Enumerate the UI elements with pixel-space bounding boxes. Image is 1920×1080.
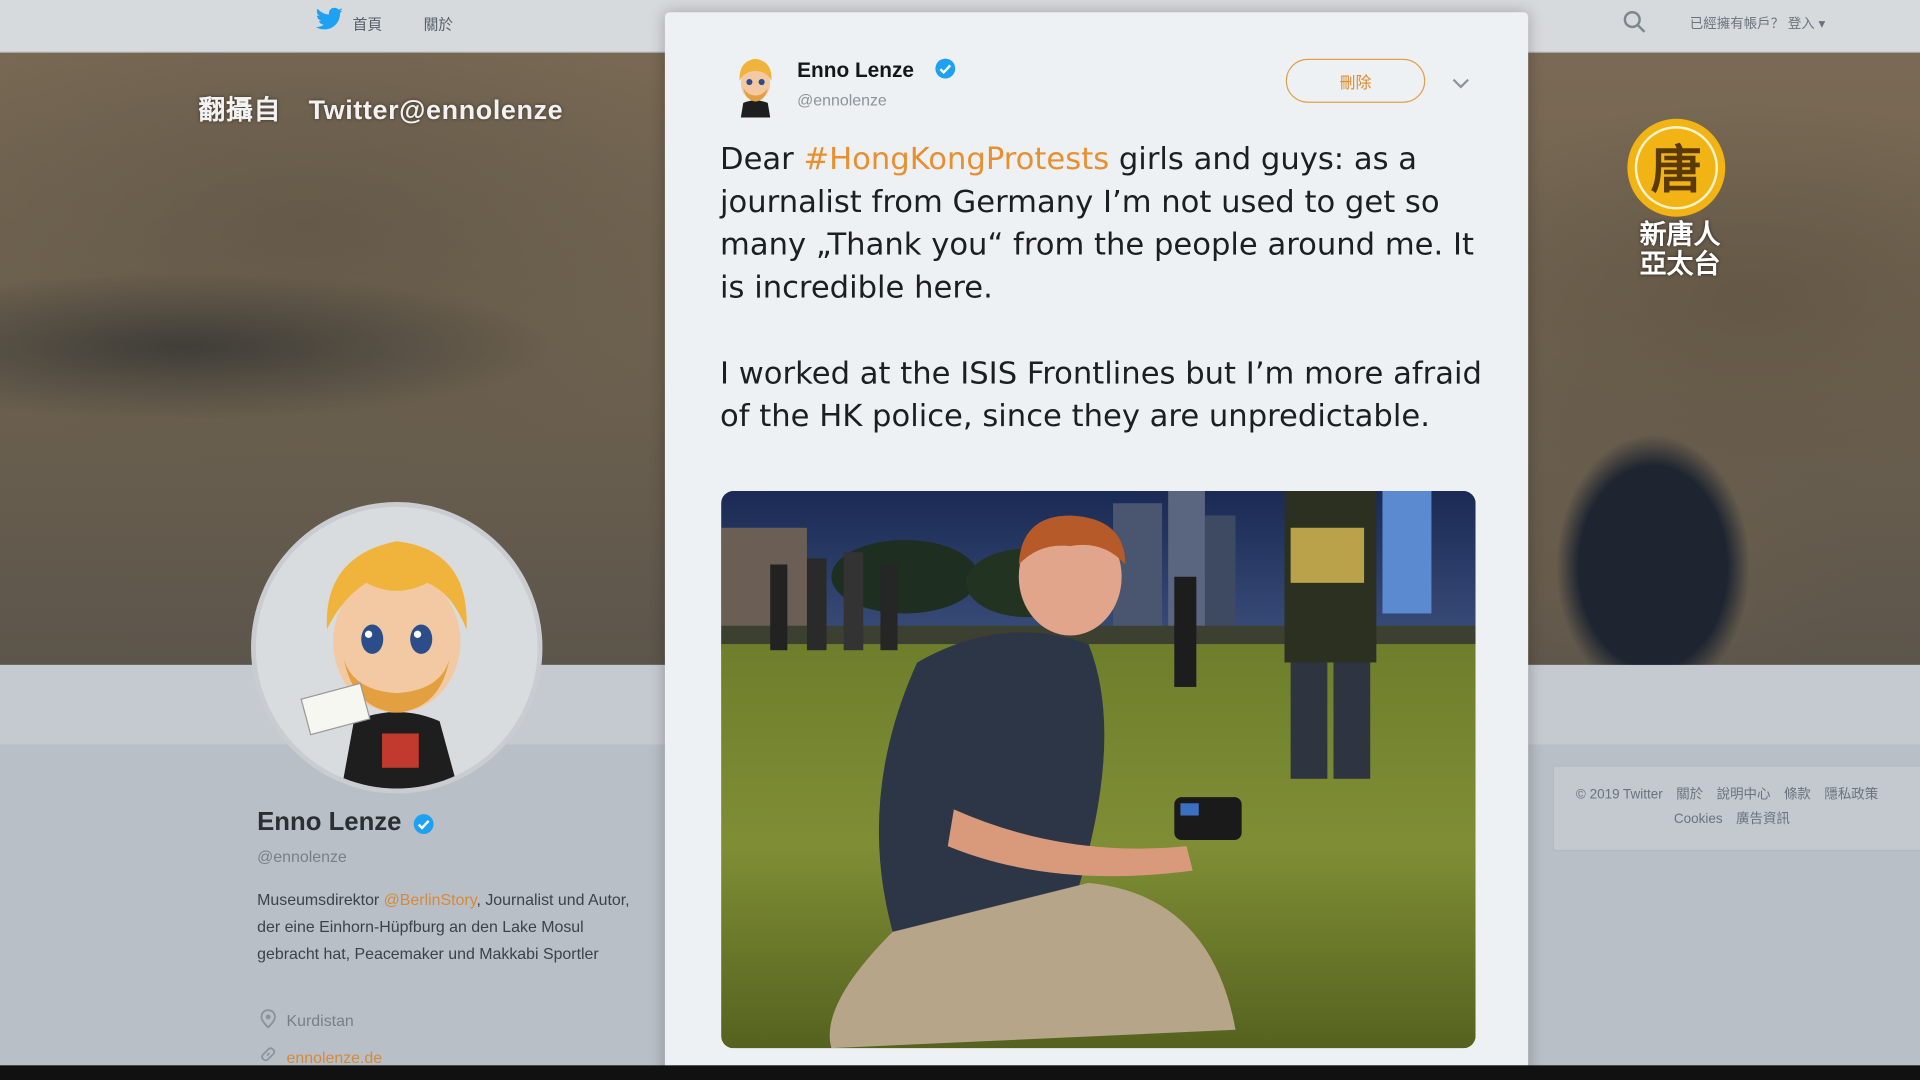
bio-text-start: Museumsdirektor	[257, 890, 384, 909]
login-prompt-link[interactable]: 已經擁有帳戶？ 登入 ▾	[1690, 13, 1825, 33]
tweet-paragraph-2: I worked at the ISIS Frontlines but I’m …	[720, 355, 1482, 434]
profile-handle[interactable]: @ennolenze	[257, 847, 347, 865]
bio-mention-link[interactable]: @BerlinStory	[384, 890, 477, 908]
footer-links-box: © 2019 Twitter 關於 說明中心 條款 隱私政策 Cookies 廣…	[1552, 765, 1920, 852]
hashtag-link[interactable]: #HongKongProtests	[804, 141, 1110, 177]
profile-name[interactable]: Enno Lenze	[257, 808, 401, 837]
profile-avatar[interactable]	[251, 502, 543, 794]
video-bottom-bar	[0, 1065, 1920, 1080]
avatar-illustration-icon	[255, 506, 538, 789]
tweet-author-handle[interactable]: @ennolenze	[797, 91, 887, 109]
search-icon[interactable]	[1622, 10, 1646, 34]
twitter-bird-icon[interactable]	[315, 7, 344, 31]
svg-text:唐: 唐	[1651, 140, 1702, 200]
source-credit-caption: 翻攝自 Twitter@ennolenze	[198, 94, 564, 125]
footer-links-line2[interactable]: Cookies 廣告資訊	[1674, 808, 1790, 828]
station-logo-line2: 亞太台	[1639, 248, 1721, 280]
verified-badge-icon	[935, 58, 956, 79]
profile-bio: Museumsdirektor @BerlinStory, Journalist…	[257, 887, 649, 968]
link-icon	[261, 1047, 276, 1062]
video-frame: 首頁 關於 已經擁有帳戶？ 登入 ▾ 翻攝自 Twitter@ennolenze…	[0, 0, 1920, 1080]
tweet-author-name[interactable]: Enno Lenze	[797, 59, 914, 83]
profile-website-link[interactable]: ennolenze.de	[287, 1048, 383, 1066]
profile-location: Kurdistan	[286, 1011, 354, 1030]
nav-about-link[interactable]: 關於	[424, 13, 453, 34]
tweet-text: Dear #HongKongProtests girls and guys: a…	[720, 137, 1485, 437]
station-logo-text: 新唐人 亞太台	[1619, 220, 1741, 279]
verified-badge-icon	[413, 814, 434, 835]
station-logo-line1: 新唐人	[1639, 219, 1721, 250]
tweet-paragraph-1: Dear #HongKongProtests girls and guys: a…	[720, 137, 1485, 308]
nav-home-link[interactable]: 首頁	[353, 13, 382, 34]
tweet-attached-photo[interactable]	[721, 491, 1476, 1049]
map-pin-icon	[260, 1009, 276, 1029]
delete-tweet-button[interactable]: 刪除	[1285, 58, 1426, 103]
tweet-text-start: Dear	[720, 140, 804, 177]
photo-scene-illustration	[721, 491, 1476, 1049]
footer-links-line1[interactable]: © 2019 Twitter 關於 說明中心 條款 隱私政策	[1576, 784, 1878, 804]
tweet-permalink-card: Enno Lenze @ennolenze 刪除 Dear #HongKongP…	[664, 12, 1529, 1080]
tweet-author-avatar[interactable]	[728, 53, 783, 118]
chevron-down-icon[interactable]	[1451, 76, 1471, 91]
